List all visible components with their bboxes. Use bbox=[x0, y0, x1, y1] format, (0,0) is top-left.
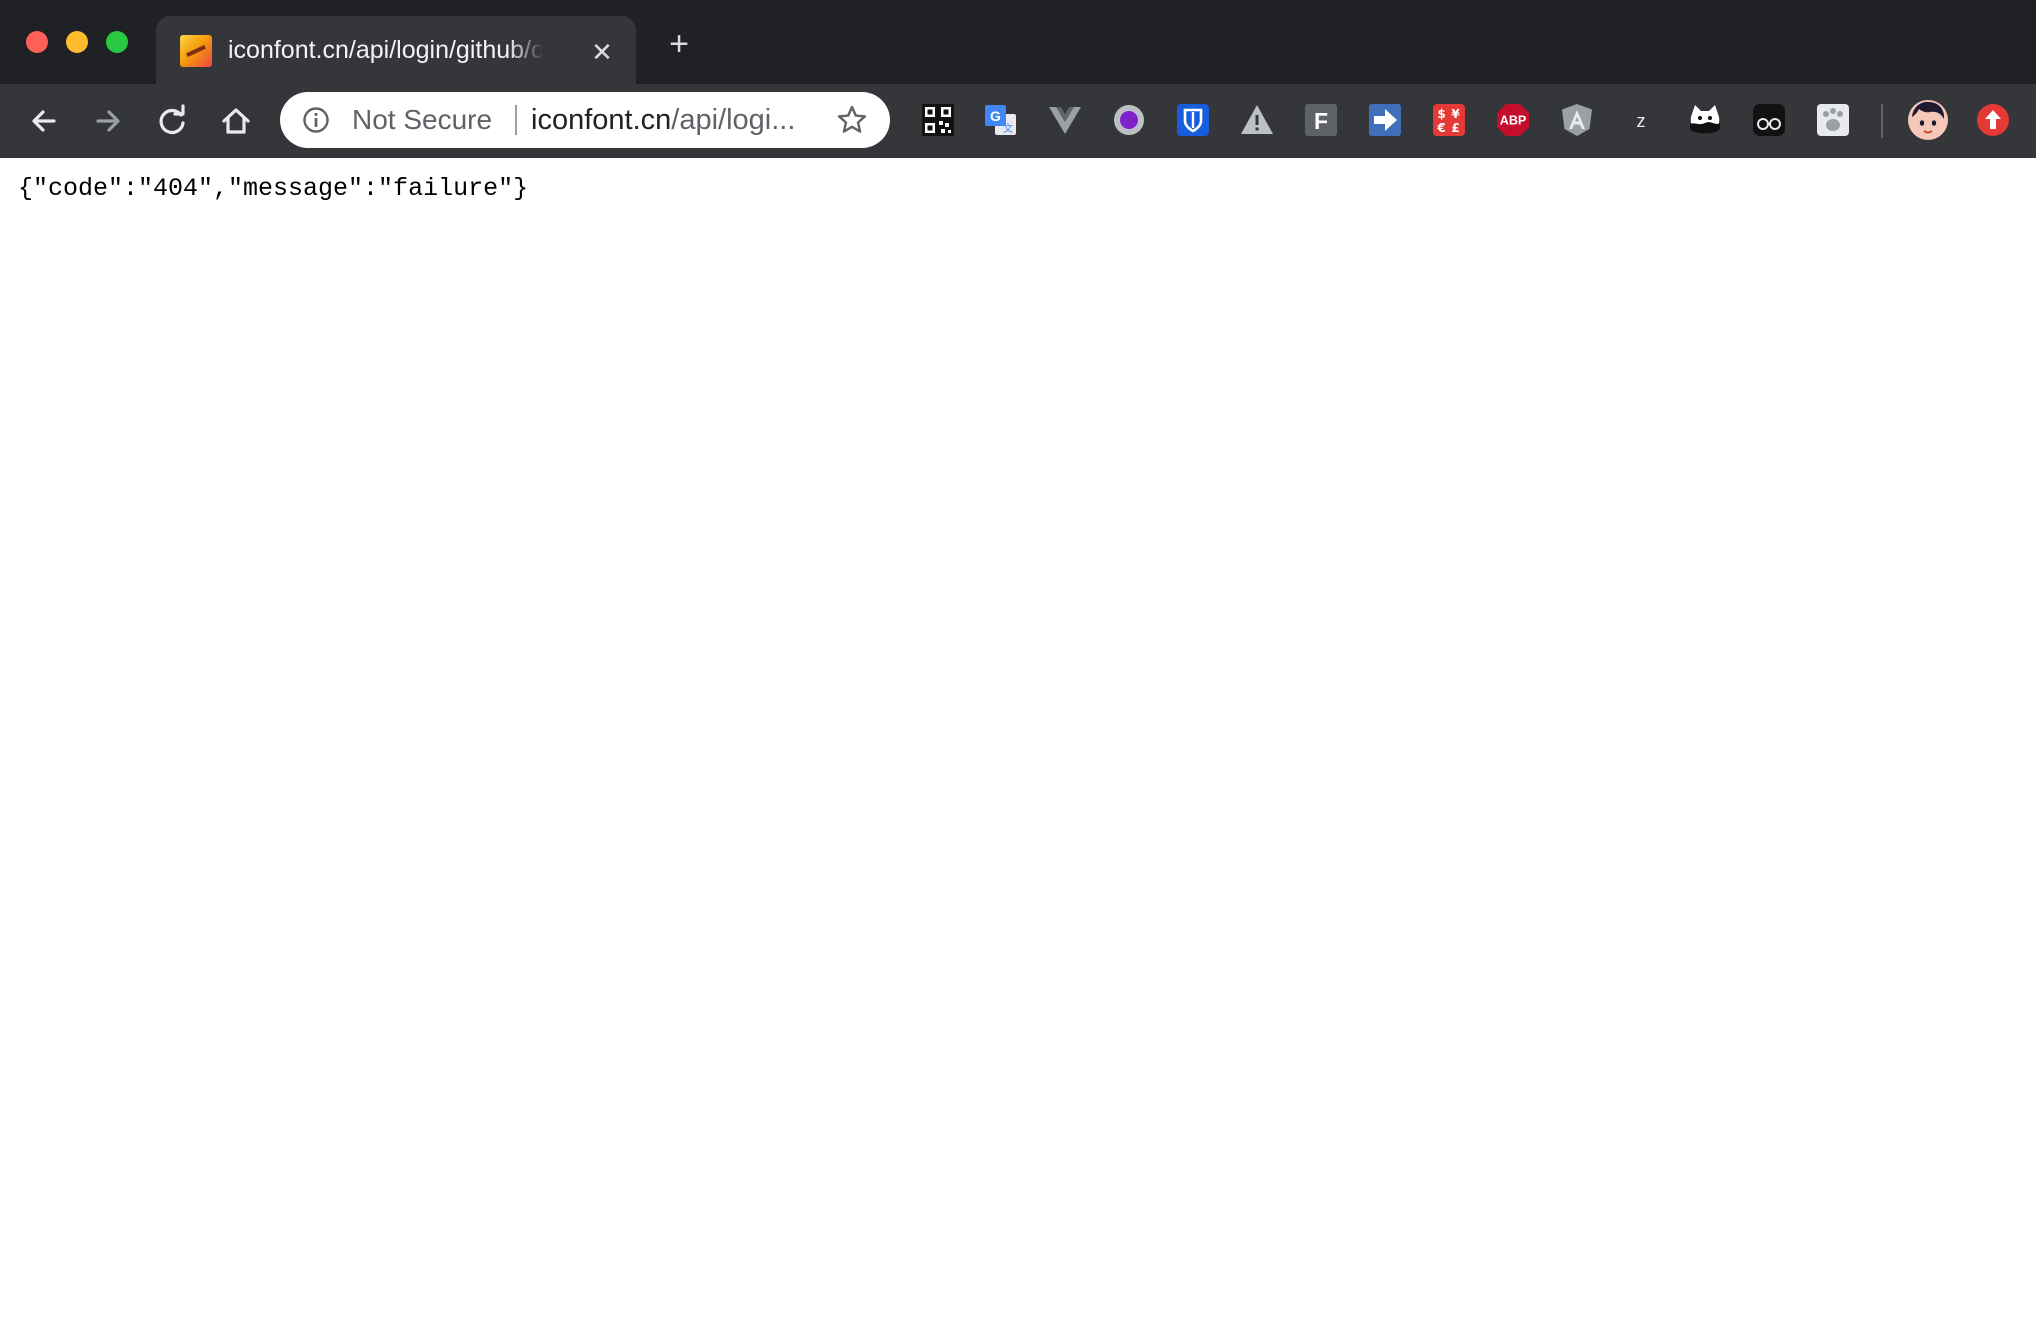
url-host: iconfont.cn bbox=[531, 104, 672, 136]
forward-arrow-icon[interactable] bbox=[88, 101, 128, 141]
browser-toolbar: Not Secure iconfont.cn/api/logi... G文 F … bbox=[0, 84, 2036, 158]
browser-titlebar: iconfont.cn/api/login/github/ca ✕ + bbox=[0, 0, 2036, 84]
omnibox-divider bbox=[515, 105, 517, 135]
qr-code-icon[interactable] bbox=[920, 102, 956, 138]
bitwarden-icon[interactable] bbox=[1175, 102, 1211, 138]
iconfont-favicon-icon bbox=[180, 35, 212, 67]
angular-icon[interactable] bbox=[1559, 102, 1595, 138]
url-text[interactable]: iconfont.cn/api/logi... bbox=[531, 102, 831, 138]
svg-text:文: 文 bbox=[1003, 122, 1013, 135]
active-tab[interactable]: iconfont.cn/api/login/github/ca ✕ bbox=[156, 16, 636, 84]
svg-text:$: $ bbox=[1437, 107, 1445, 121]
currency-icon[interactable]: $ ¥ € £ bbox=[1431, 102, 1467, 138]
svg-text:£: £ bbox=[1451, 121, 1459, 135]
url-path: /api/logi... bbox=[671, 104, 796, 136]
back-arrow-icon[interactable] bbox=[24, 101, 64, 141]
vue-devtools-icon[interactable] bbox=[1047, 102, 1083, 138]
svg-text:¥: ¥ bbox=[1451, 107, 1460, 121]
security-label[interactable]: Not Secure bbox=[352, 102, 492, 138]
window-close-button[interactable] bbox=[26, 31, 48, 53]
google-translate-icon[interactable]: G文 bbox=[983, 102, 1019, 138]
update-icon[interactable] bbox=[1975, 102, 2011, 138]
adblock-plus-icon[interactable]: ABP bbox=[1495, 102, 1531, 138]
address-bar[interactable]: Not Secure iconfont.cn/api/logi... bbox=[280, 92, 890, 148]
tab-title: iconfont.cn/api/login/github/ca bbox=[228, 32, 544, 68]
star-icon[interactable] bbox=[836, 104, 868, 136]
json-response-text: {"code":"404","message":"failure"} bbox=[18, 174, 529, 203]
window-minimize-button[interactable] bbox=[66, 31, 88, 53]
home-icon[interactable] bbox=[216, 101, 256, 141]
toolbar-divider bbox=[1881, 104, 1883, 138]
paw-icon[interactable] bbox=[1815, 102, 1851, 138]
reload-icon[interactable] bbox=[152, 101, 192, 141]
svg-text:G: G bbox=[990, 108, 1001, 124]
page-content: {"code":"404","message":"failure"} bbox=[0, 158, 2036, 1318]
svg-text:€: € bbox=[1436, 121, 1445, 135]
f-extension-icon[interactable]: F bbox=[1303, 102, 1339, 138]
info-icon[interactable] bbox=[302, 106, 330, 134]
close-icon[interactable]: ✕ bbox=[588, 38, 616, 66]
arrow-extension-icon[interactable] bbox=[1367, 102, 1403, 138]
svg-text:ABP: ABP bbox=[1500, 114, 1526, 128]
warning-icon[interactable] bbox=[1239, 102, 1275, 138]
profile-avatar[interactable] bbox=[1908, 100, 1948, 140]
cat-icon[interactable] bbox=[1687, 102, 1723, 138]
window-maximize-button[interactable] bbox=[106, 31, 128, 53]
svg-text:z: z bbox=[1637, 111, 1646, 131]
plus-icon[interactable]: + bbox=[664, 27, 694, 61]
purple-circle-icon[interactable] bbox=[1111, 102, 1147, 138]
svg-text:F: F bbox=[1314, 108, 1328, 134]
glasses-icon[interactable] bbox=[1751, 102, 1787, 138]
z-extension-icon[interactable]: z bbox=[1623, 102, 1659, 138]
